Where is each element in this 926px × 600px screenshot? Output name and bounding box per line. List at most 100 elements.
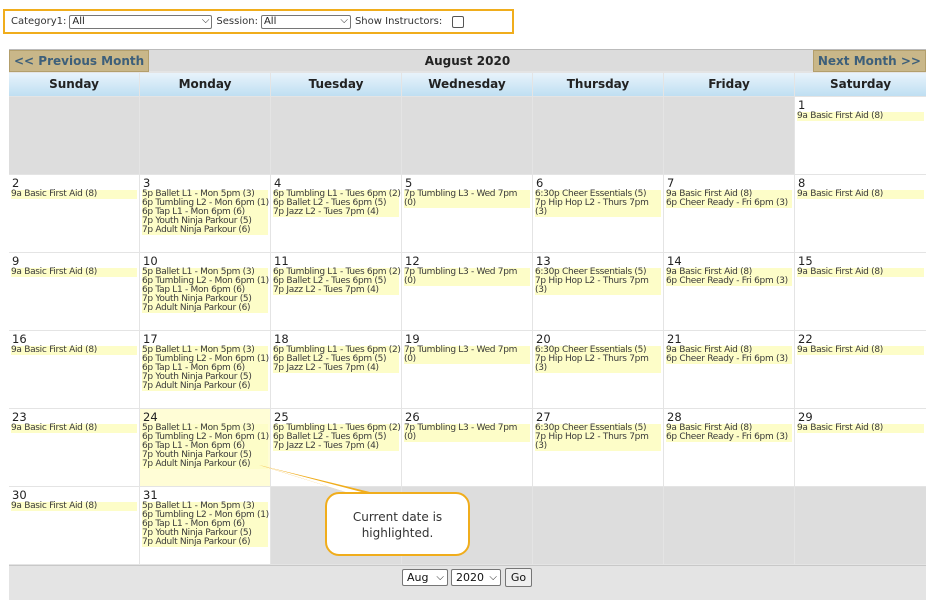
calendar-event[interactable]: 7p Jazz L2 - Tues 7pm (4) [273, 364, 399, 373]
calendar-event[interactable]: (3) [535, 364, 661, 373]
session-select[interactable]: All ⌵ [260, 14, 351, 29]
calendar-day: 26 7p Tumbling L3 - Wed 7pm (0) [402, 409, 532, 486]
category-label: Category1: [11, 16, 67, 27]
day-header: Saturday [795, 73, 926, 96]
calendar-day: 3 5p Ballet L1 - Mon 5pm (3) 6p Tumbling L… [140, 175, 270, 252]
calendar-event[interactable]: 9a Basic First Aid (8) [11, 190, 137, 199]
calendar-event[interactable]: (0) [404, 433, 530, 442]
calendar-event[interactable]: 7p Jazz L2 - Tues 7pm (4) [273, 286, 399, 295]
calendar-day-empty [664, 97, 794, 174]
calendar-event[interactable]: 6p Cheer Ready - Fri 6pm (3) [666, 355, 792, 364]
year-select[interactable]: 2020 ⌵ [451, 569, 501, 586]
calendar-event[interactable]: (3) [535, 442, 661, 451]
calendar-event[interactable]: 9a Basic First Aid (8) [797, 190, 924, 199]
calendar-day: 7 9a Basic First Aid (8) 6p Cheer Ready - … [664, 175, 794, 252]
calendar-event[interactable]: 7p Adult Ninja Parkour (6) [142, 460, 268, 469]
calendar-day: 19 7p Tumbling L3 - Wed 7pm (0) [402, 331, 532, 408]
calendar-event[interactable]: (0) [404, 355, 530, 364]
calendar-event[interactable]: 6p Cheer Ready - Fri 6pm (3) [666, 433, 792, 442]
calendar-event[interactable]: 6p Cheer Ready - Fri 6pm (3) [666, 277, 792, 286]
calendar-event[interactable]: 7p Tumbling L3 - Wed 7pm [404, 190, 530, 199]
calendar-day: 15 9a Basic First Aid (8) [795, 253, 926, 330]
calendar-day: 6 6:30p Cheer Essentials (5) 7p Hip Hop L2… [533, 175, 663, 252]
calendar-event[interactable]: 9a Basic First Aid (8) [11, 502, 137, 511]
year-select-value: 2020 [456, 571, 484, 584]
calendar-day: 17 5p Ballet L1 - Mon 5pm (3) 6p Tumbling … [140, 331, 270, 408]
go-button[interactable]: Go [505, 568, 532, 587]
calendar-event[interactable]: (0) [404, 199, 530, 208]
calendar-day-empty [140, 97, 270, 174]
filter-bar: Category1: All ⌵ Session: All ⌵ Show Ins… [3, 9, 514, 34]
calendar-event[interactable]: 7p Hip Hop L2 - Thurs 7pm [535, 433, 661, 442]
calendar-footer: Aug ⌵ 2020 ⌵ Go [9, 565, 926, 600]
calendar-day: 30 9a Basic First Aid (8) [9, 487, 139, 564]
calendar-day: 20 6:30p Cheer Essentials (5) 7p Hip Hop L… [533, 331, 663, 408]
calendar-day: 16 9a Basic First Aid (8) [9, 331, 139, 408]
month-bar: << Previous Month August 2020 Next Month… [9, 49, 926, 72]
month-select[interactable]: Aug ⌵ [402, 569, 448, 586]
session-value: All [263, 15, 277, 27]
calendar-day-empty [795, 487, 926, 564]
calendar-day-empty [271, 97, 401, 174]
category-value: All [72, 15, 85, 27]
day-header: Monday [140, 73, 270, 96]
calendar-event[interactable]: 9a Basic First Aid (8) [11, 424, 137, 433]
calendar-day-empty [664, 487, 794, 564]
calendar-day: 2 9a Basic First Aid (8) [9, 175, 139, 252]
calendar-event[interactable]: (3) [535, 286, 661, 295]
next-month-button[interactable]: Next Month >> [812, 50, 926, 72]
calendar-event[interactable]: 7p Tumbling L3 - Wed 7pm [404, 424, 530, 433]
calendar-event[interactable]: 9a Basic First Aid (8) [797, 424, 924, 433]
calendar-event[interactable]: 9a Basic First Aid (8) [797, 268, 924, 277]
calendar-event[interactable]: 9a Basic First Aid (8) [11, 346, 137, 355]
calendar-event[interactable]: 7p Adult Ninja Parkour (6) [142, 304, 268, 313]
previous-month-button[interactable]: << Previous Month [9, 50, 150, 72]
calendar-event[interactable]: 9a Basic First Aid (8) [797, 346, 924, 355]
calendar-event[interactable]: 9a Basic First Aid (8) [797, 112, 924, 121]
day-header: Thursday [533, 73, 663, 96]
calendar-day-empty [533, 487, 663, 564]
calendar-day: 18 6p Tumbling L1 - Tues 6pm (2) 6p Ballet… [271, 331, 401, 408]
calendar-event[interactable]: 7p Adult Ninja Parkour (6) [142, 226, 268, 235]
calendar-event[interactable]: 7p Tumbling L3 - Wed 7pm [404, 268, 530, 277]
calendar-day: 8 9a Basic First Aid (8) [795, 175, 926, 252]
callout-line-1: Current date is [352, 510, 443, 524]
callout-bubble: Current date is highlighted. [325, 492, 470, 556]
callout-line-2: highlighted. [361, 526, 434, 540]
calendar-day: 10 5p Ballet L1 - Mon 5pm (3) 6p Tumbling … [140, 253, 270, 330]
calendar-day: 25 6p Tumbling L1 - Tues 6pm (2) 6p Ballet… [271, 409, 401, 486]
calendar-event[interactable]: (3) [535, 208, 661, 217]
calendar-day-empty [402, 97, 532, 174]
calendar-day: 29 9a Basic First Aid (8) [795, 409, 926, 486]
chevron-down-icon: ⌵ [489, 572, 497, 583]
calendar-day: 9 9a Basic First Aid (8) [9, 253, 139, 330]
calendar-event[interactable]: (0) [404, 277, 530, 286]
calendar-event[interactable]: 7p Tumbling L3 - Wed 7pm [404, 346, 530, 355]
chevron-down-icon: ⌵ [436, 572, 444, 583]
chevron-down-icon: ⌵ [201, 14, 210, 26]
day-header: Sunday [9, 73, 139, 96]
calendar-event[interactable]: 7p Adult Ninja Parkour (6) [142, 382, 268, 391]
calendar-day: 11 6p Tumbling L1 - Tues 6pm (2) 6p Ballet… [271, 253, 401, 330]
calendar-day-empty [9, 97, 139, 174]
calendar-day: 4 6p Tumbling L1 - Tues 6pm (2) 6p Ballet … [271, 175, 401, 252]
chevron-down-icon: ⌵ [340, 14, 348, 26]
month-select-value: Aug [407, 571, 429, 584]
calendar-day: 23 9a Basic First Aid (8) [9, 409, 139, 486]
day-header: Wednesday [402, 73, 532, 96]
calendar-day: 14 9a Basic First Aid (8) 6p Cheer Ready -… [664, 253, 794, 330]
show-instructors-checkbox[interactable] [452, 15, 465, 28]
calendar-day: 12 7p Tumbling L3 - Wed 7pm (0) [402, 253, 532, 330]
calendar-event[interactable]: 7p Hip Hop L2 - Thurs 7pm [535, 355, 661, 364]
calendar-event[interactable]: 7p Jazz L2 - Tues 7pm (4) [273, 208, 399, 217]
instructors-label: Show Instructors: [354, 16, 443, 27]
calendar-event[interactable]: 7p Adult Ninja Parkour (6) [142, 538, 268, 547]
calendar-day-empty [533, 97, 663, 174]
calendar-event[interactable]: 7p Jazz L2 - Tues 7pm (4) [273, 442, 399, 451]
calendar-event[interactable]: 9a Basic First Aid (8) [11, 268, 137, 277]
calendar-day: 28 9a Basic First Aid (8) 6p Cheer Ready -… [664, 409, 794, 486]
calendar-event[interactable]: 7p Hip Hop L2 - Thurs 7pm [535, 199, 661, 208]
calendar-event[interactable]: 6p Cheer Ready - Fri 6pm (3) [666, 199, 792, 208]
category-select[interactable]: All ⌵ [69, 14, 213, 29]
calendar-event[interactable]: 7p Hip Hop L2 - Thurs 7pm [535, 277, 661, 286]
